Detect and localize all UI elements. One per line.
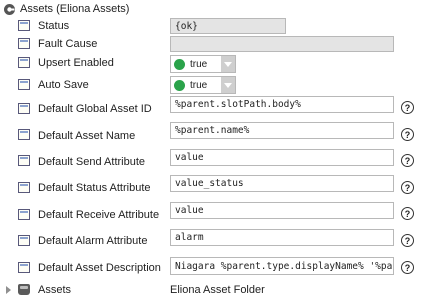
property-icon (18, 57, 30, 68)
property-label-status: Status (38, 20, 70, 32)
chevron-down-icon[interactable] (221, 77, 235, 93)
component-header: Assets (Eliona Assets) (0, 0, 424, 18)
receive-attribute-field[interactable]: value (170, 202, 394, 219)
property-icon (18, 182, 30, 193)
folder-icon (18, 284, 30, 295)
assets-folder-label: Assets (38, 284, 72, 296)
property-label-status-attribute: Default Status Attribute (38, 182, 151, 194)
auto-save-value: true (190, 79, 208, 91)
property-label-fault-cause: Fault Cause (38, 38, 98, 50)
asset-name-field[interactable]: %parent.name% (170, 122, 394, 139)
property-icon (18, 209, 30, 220)
property-icon (18, 20, 30, 31)
status-ok-icon (174, 58, 185, 70)
help-icon[interactable]: ? (401, 261, 414, 274)
help-icon[interactable]: ? (401, 207, 414, 220)
property-label-alarm-attribute: Default Alarm Attribute (38, 235, 148, 247)
help-icon[interactable]: ? (401, 128, 414, 141)
fault-cause-field (170, 36, 394, 52)
property-icon (18, 103, 30, 114)
help-icon[interactable]: ? (401, 234, 414, 247)
property-label-receive-attribute: Default Receive Attribute (38, 209, 160, 221)
property-label-auto-save: Auto Save (38, 79, 89, 91)
property-icon (18, 155, 30, 166)
asset-description-field[interactable]: Niagara %parent.type.displayName% '%pare… (170, 257, 394, 275)
expand-arrow-icon[interactable] (6, 286, 11, 294)
help-icon[interactable]: ? (401, 154, 414, 167)
property-icon (18, 79, 30, 90)
page-title: Assets (Eliona Assets) (20, 3, 130, 15)
collapse-circle-icon[interactable] (2, 2, 16, 16)
property-label-upsert-enabled: Upsert Enabled (38, 57, 114, 69)
help-icon[interactable]: ? (401, 101, 414, 114)
upsert-enabled-value: true (190, 58, 208, 70)
assets-folder-row[interactable]: Assets Eliona Asset Folder (0, 281, 424, 299)
status-ok-icon (174, 79, 185, 91)
send-attribute-field[interactable]: value (170, 149, 394, 166)
property-icon (18, 262, 30, 273)
assets-folder-type: Eliona Asset Folder (170, 284, 265, 296)
property-icon (18, 129, 30, 140)
property-label-send-attribute: Default Send Attribute (38, 156, 146, 168)
alarm-attribute-field[interactable]: alarm (170, 229, 394, 246)
property-label-asset-name: Default Asset Name (38, 130, 136, 142)
auto-save-select[interactable]: true (170, 76, 236, 94)
status-field: {ok} (170, 18, 286, 34)
property-icon (18, 235, 30, 246)
property-label-global-asset-id: Default Global Asset ID (38, 103, 152, 115)
property-icon (18, 38, 30, 49)
property-label-asset-description: Default Asset Description (38, 262, 161, 274)
help-icon[interactable]: ? (401, 181, 414, 194)
status-attribute-field[interactable]: value_status (170, 175, 394, 192)
global-asset-id-field[interactable]: %parent.slotPath.body% (170, 96, 394, 113)
upsert-enabled-select[interactable]: true (170, 55, 236, 73)
chevron-down-icon[interactable] (221, 56, 235, 72)
